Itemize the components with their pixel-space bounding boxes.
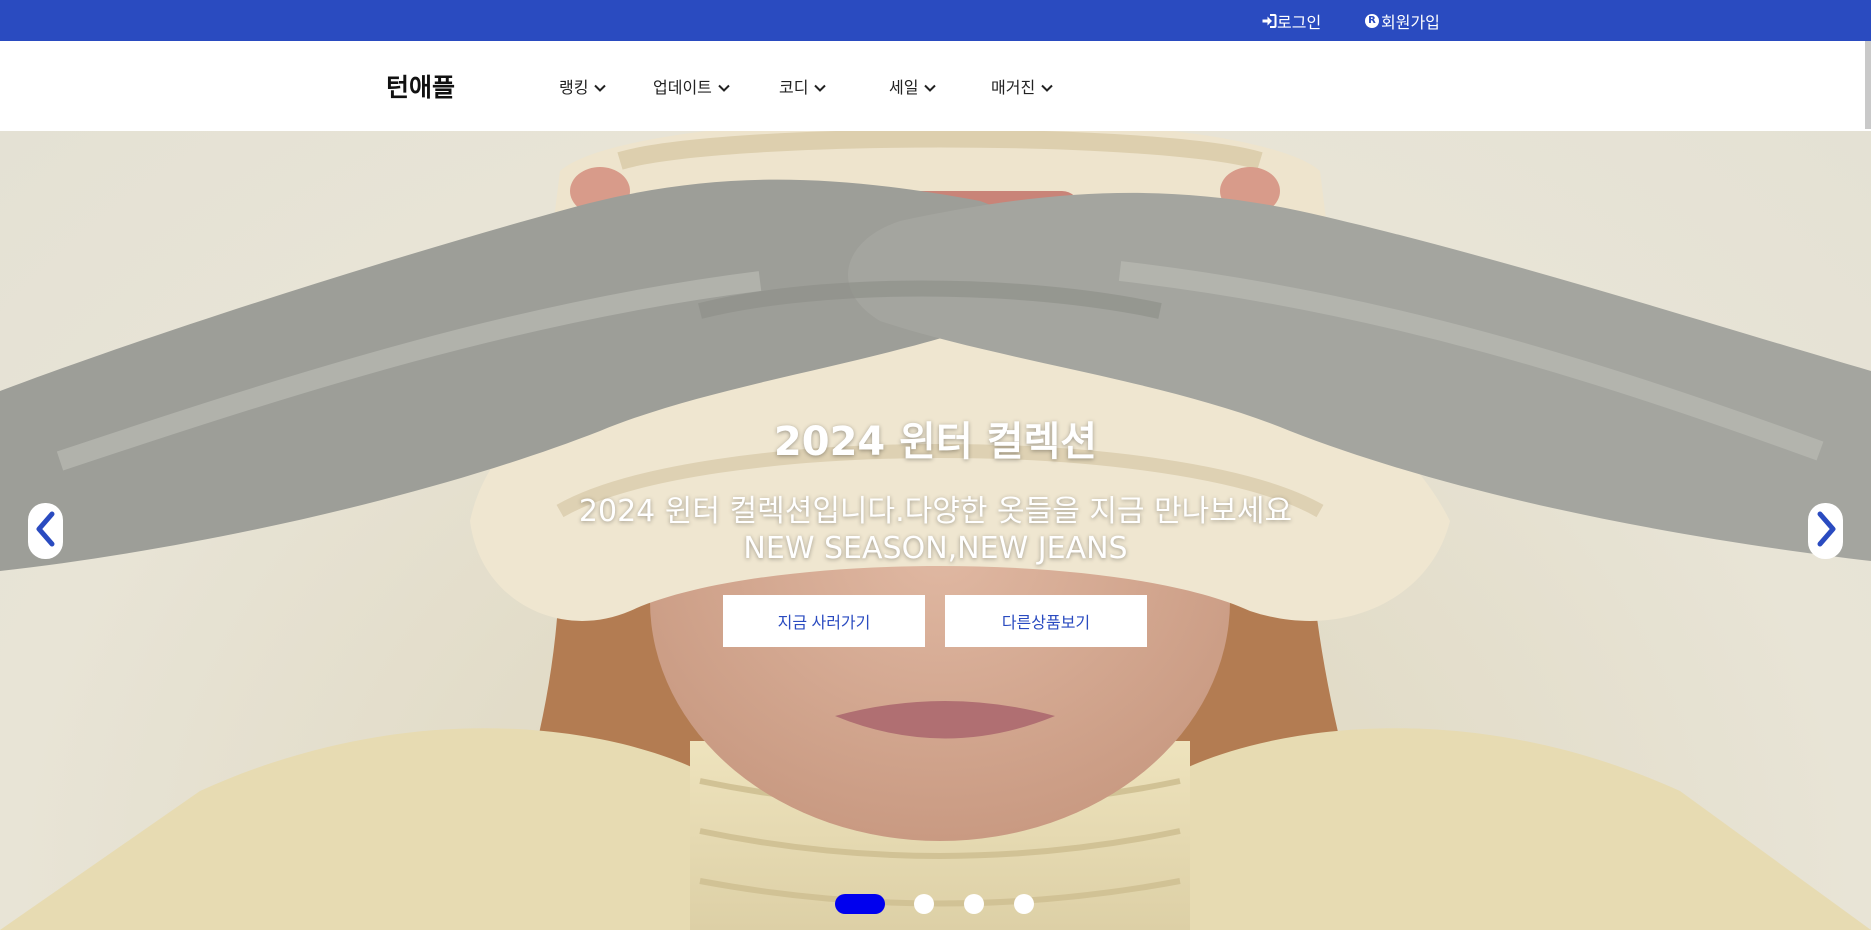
- chevron-down-icon: [1035, 77, 1053, 96]
- sign-in-icon: [1261, 13, 1277, 29]
- carousel-next-button[interactable]: [1808, 503, 1843, 559]
- carousel-dot-2[interactable]: [914, 894, 934, 914]
- signup-link[interactable]: R 회원가입: [1365, 0, 1440, 41]
- nav-item-sale[interactable]: 세일: [889, 41, 937, 131]
- top-bar: 로그인 R 회원가입: [0, 0, 1871, 41]
- hero-carousel: 2024 윈터 컬렉션 2024 윈터 컬렉션입니다.다양한 옷들을 지금 만나…: [0, 131, 1871, 930]
- chevron-right-icon: [1815, 511, 1837, 551]
- hero-title: 2024 윈터 컬렉션: [773, 419, 1098, 465]
- nav-item-label: 업데이트: [653, 78, 712, 97]
- hero-subtitle-line1: 2024 윈터 컬렉션입니다.다양한 옷들을 지금 만나보세요: [578, 494, 1293, 529]
- nav-item-coordi[interactable]: 코디: [779, 41, 827, 131]
- nav-item-label: 세일: [889, 78, 919, 97]
- carousel-dot-4[interactable]: [1014, 894, 1034, 914]
- page-scrollbar[interactable]: [1865, 41, 1871, 129]
- chevron-down-icon: [712, 77, 730, 96]
- carousel-dot-3[interactable]: [964, 894, 984, 914]
- nav-item-label: 랭킹: [559, 78, 589, 97]
- chevron-down-icon: [918, 77, 937, 96]
- signup-label: 회원가입: [1381, 12, 1440, 32]
- nav-item-ranking[interactable]: 랭킹: [559, 41, 607, 131]
- hero-subtitle: 2024 윈터 컬렉션입니다.다양한 옷들을 지금 만나보세요 NEW SEAS…: [0, 493, 1871, 567]
- login-link[interactable]: 로그인: [1261, 0, 1321, 41]
- other-products-button[interactable]: 다른상품보기: [945, 595, 1147, 647]
- chevron-down-icon: [808, 77, 827, 96]
- carousel-dot-1[interactable]: [835, 894, 885, 914]
- carousel-prev-button[interactable]: [28, 503, 63, 559]
- chevron-left-icon: [35, 511, 57, 551]
- site-header: 턴애플 랭킹 업데이트 코디 세일 매거진: [0, 41, 1871, 131]
- nav-item-label: 매거진: [991, 78, 1036, 97]
- brand-logo[interactable]: 턴애플: [386, 41, 455, 131]
- buy-now-button[interactable]: 지금 사러가기: [723, 595, 925, 647]
- login-label: 로그인: [1277, 12, 1322, 32]
- hero-subtitle-line2: NEW SEASON,NEW JEANS: [743, 531, 1128, 566]
- nav-item-label: 코디: [779, 78, 809, 97]
- chevron-down-icon: [588, 77, 607, 96]
- registered-icon: R: [1365, 13, 1379, 28]
- nav-item-update[interactable]: 업데이트: [653, 41, 730, 131]
- carousel-indicators: [0, 894, 1871, 914]
- nav-item-magazine[interactable]: 매거진: [991, 41, 1053, 131]
